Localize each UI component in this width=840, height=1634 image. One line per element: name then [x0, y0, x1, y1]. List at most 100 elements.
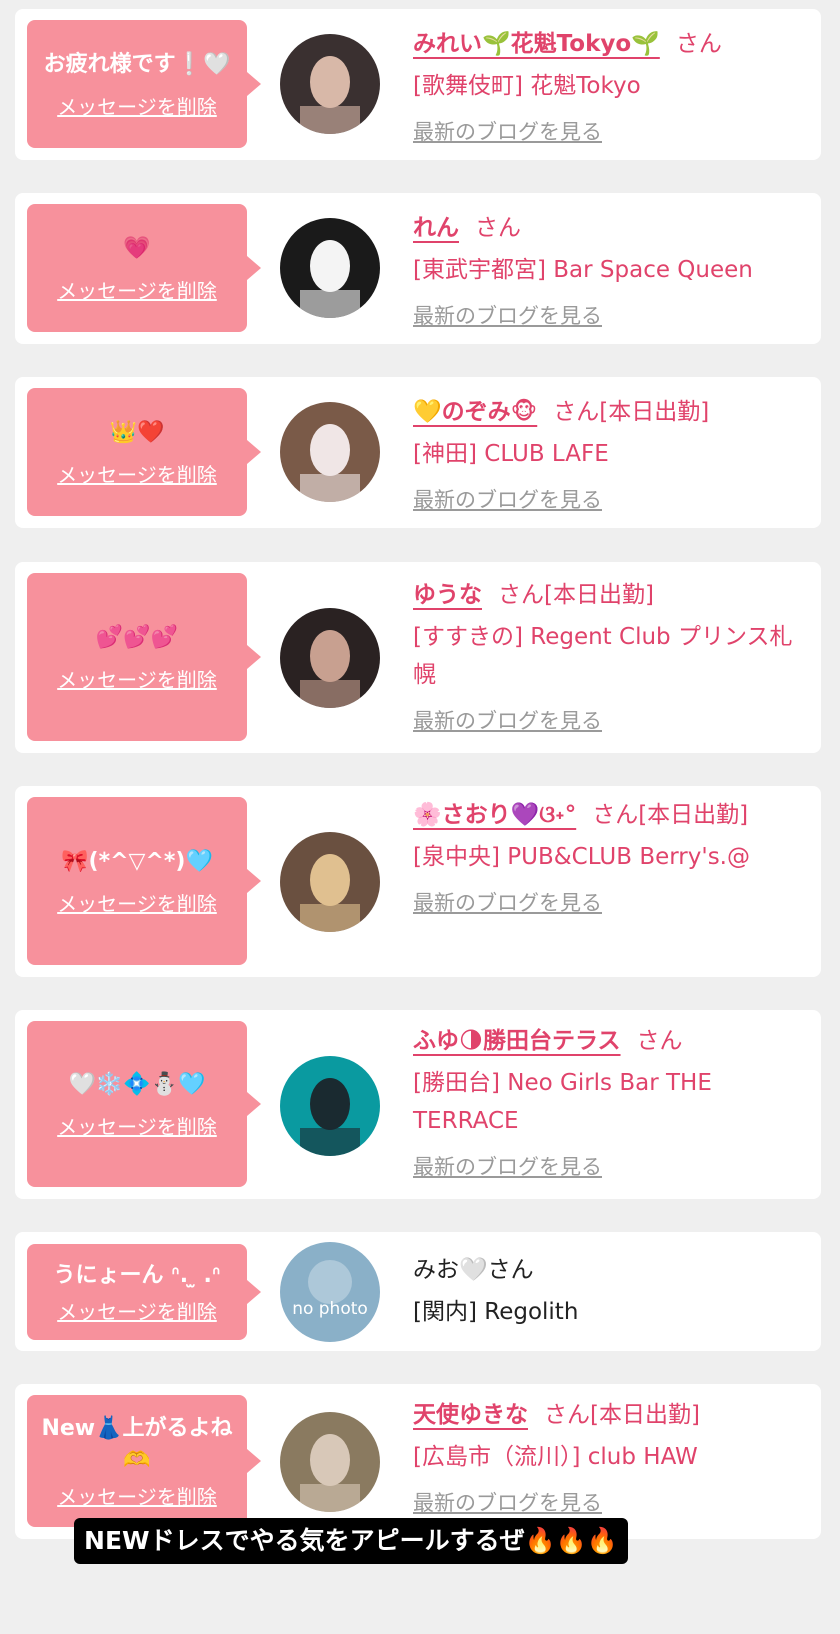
cast-name-link[interactable]: 天使ゆきな [413, 1402, 528, 1428]
no-photo-text: no photo [292, 1299, 368, 1319]
view-blog-link[interactable]: 最新のブログを見る [413, 117, 803, 147]
profile-info: ゆうな さん[本日出勤] [すすきの] Regent Club プリンス札幌 最新… [413, 576, 803, 736]
delete-message-link[interactable]: メッセージを削除 [57, 91, 217, 120]
avatar[interactable] [280, 1056, 380, 1156]
cast-name-link[interactable]: 💛のぞみ🐵 [413, 399, 537, 425]
message-bubble: New👗上がるよね🫶 メッセージを削除 [27, 1395, 261, 1527]
message-text: お疲れ様です❕🤍 [43, 51, 231, 77]
shop-name: [すすきの] Regent Club プリンス札幌 [413, 624, 793, 688]
shop-name: [広島市（流川）] club HAW [413, 1444, 698, 1470]
name-line: ゆうな さん[本日出勤] [413, 576, 803, 614]
profile-info: みれい🌱花魁Tokyo🌱 さん [歌舞伎町] 花魁Tokyo 最新のブログを見る [413, 25, 803, 147]
avatar-photo [280, 1412, 380, 1512]
no-photo-placeholder: no photo [280, 1242, 380, 1342]
shop-name: [神田] CLUB LAFE [413, 441, 609, 467]
status-label: [本日出勤] [638, 802, 749, 828]
message-bubble: 🤍❄️💠⛄🩵 メッセージを削除 [27, 1021, 261, 1187]
san-suffix: さん [544, 1402, 590, 1428]
cast-name-link[interactable]: ゆうな [413, 582, 482, 608]
status-label: [本日出勤] [599, 399, 710, 425]
san-suffix: さん [636, 1028, 683, 1054]
shop-name: [歌舞伎町] 花魁Tokyo [413, 73, 641, 99]
status-label: [本日出勤] [544, 582, 654, 608]
message-card: お疲れ様です❕🤍 メッセージを削除 みれい🌱花魁Tokyo🌱 さん [歌舞伎町] … [15, 9, 821, 160]
name-line: れん さん [413, 209, 803, 247]
message-bubble: お疲れ様です❕🤍 メッセージを削除 [27, 20, 261, 148]
delete-message-link[interactable]: メッセージを削除 [57, 664, 217, 693]
message-text: うにょーん ᐢ. ̫ .ᐢ [53, 1262, 221, 1288]
name-line: 天使ゆきな さん[本日出勤] [413, 1396, 803, 1434]
message-bubble: うにょーん ᐢ. ̫ .ᐢ メッセージを削除 [27, 1244, 261, 1340]
message-card: 💕💕💕 メッセージを削除 ゆうな さん[本日出勤] [すすきの] Regent C… [15, 562, 821, 753]
cast-name: みお🤍 [413, 1257, 488, 1283]
avatar[interactable] [280, 832, 380, 932]
message-bubble: 👑❤️ メッセージを削除 [27, 388, 261, 516]
shop-name: [東武宇都宮] Bar Space Queen [413, 257, 753, 283]
avatar[interactable] [280, 402, 380, 502]
shop-name: [関内] Regolith [413, 1299, 579, 1325]
message-text: 💕💕💕 [95, 624, 179, 650]
delete-message-link[interactable]: メッセージを削除 [57, 1296, 217, 1325]
message-bubble: 💕💕💕 メッセージを削除 [27, 573, 261, 741]
name-line: 🌸さおり💜ଓ˖° さん[本日出勤] [413, 796, 803, 834]
delete-message-link[interactable]: メッセージを削除 [57, 1111, 217, 1140]
san-suffix: さん [498, 582, 544, 608]
profile-info: 💛のぞみ🐵 さん[本日出勤] [神田] CLUB LAFE 最新のブログを見る [413, 393, 803, 515]
message-bubble: 🎀(*^▽^*)🩵 メッセージを削除 [27, 797, 261, 965]
profile-info: ふゆ🌗勝田台テラス さん [勝田台] Neo Girls Bar THE TERR… [413, 1022, 803, 1182]
name-line: みれい🌱花魁Tokyo🌱 さん [413, 25, 803, 63]
avatar: no photo [280, 1242, 380, 1342]
video-caption: NEWドレスでやる気をアピールするぜ🔥🔥🔥 [74, 1518, 628, 1564]
avatar[interactable] [280, 608, 380, 708]
delete-message-link[interactable]: メッセージを削除 [57, 1481, 217, 1510]
shop-name: [泉中央] PUB&CLUB Berry's.@ [413, 844, 750, 870]
san-suffix: さん [675, 31, 722, 57]
avatar-photo [280, 34, 380, 134]
message-text: 🤍❄️💠⛄🩵 [68, 1071, 206, 1097]
san-suffix: さん [475, 215, 521, 241]
message-card: 💗 メッセージを削除 れん さん [東武宇都宮] Bar Space Queen … [15, 193, 821, 344]
view-blog-link[interactable]: 最新のブログを見る [413, 1152, 803, 1182]
message-text: 🎀(*^▽^*)🩵 [61, 848, 213, 874]
profile-info: れん さん [東武宇都宮] Bar Space Queen 最新のブログを見る [413, 209, 803, 331]
avatar-photo [280, 608, 380, 708]
status-label: [本日出勤] [590, 1402, 700, 1428]
avatar[interactable] [280, 34, 380, 134]
message-text: 👑❤️ [109, 419, 165, 445]
avatar-photo [280, 218, 380, 318]
cast-name-link[interactable]: れん [413, 215, 459, 241]
avatar[interactable] [280, 218, 380, 318]
message-card: 👑❤️ メッセージを削除 💛のぞみ🐵 さん[本日出勤] [神田] CLUB LAF… [15, 377, 821, 528]
avatar-photo [280, 832, 380, 932]
san-suffix: さん [487, 1257, 534, 1283]
delete-message-link[interactable]: メッセージを削除 [57, 459, 217, 488]
san-suffix: さん [592, 802, 639, 828]
name-line: ふゆ🌗勝田台テラス さん [413, 1022, 803, 1060]
avatar[interactable] [280, 1412, 380, 1512]
message-card: 🎀(*^▽^*)🩵 メッセージを削除 🌸さおり💜ଓ˖° さん[本日出勤] [泉中央… [15, 786, 821, 977]
avatar-photo [280, 1056, 380, 1156]
view-blog-link[interactable]: 最新のブログを見る [413, 301, 803, 331]
cast-name-link[interactable]: 🌸さおり💜ଓ˖° [413, 802, 576, 828]
view-blog-link[interactable]: 最新のブログを見る [413, 485, 803, 515]
cast-name-link[interactable]: みれい🌱花魁Tokyo🌱 [413, 31, 660, 57]
name-line: 💛のぞみ🐵 さん[本日出勤] [413, 393, 803, 431]
shop-name: [勝田台] Neo Girls Bar THE TERRACE [413, 1070, 712, 1134]
profile-info: 天使ゆきな さん[本日出勤] [広島市（流川）] club HAW 最新のブログを… [413, 1396, 803, 1518]
message-text: 💗 [123, 235, 151, 261]
message-text: New👗上がるよね🫶 [41, 1415, 233, 1473]
view-blog-link[interactable]: 最新のブログを見る [413, 706, 803, 736]
delete-message-link[interactable]: メッセージを削除 [57, 888, 217, 917]
view-blog-link[interactable]: 最新のブログを見る [413, 1488, 803, 1518]
message-card: うにょーん ᐢ. ̫ .ᐢ メッセージを削除 no photo みお🤍さん [関… [15, 1232, 821, 1351]
avatar-photo [280, 402, 380, 502]
profile-info: 🌸さおり💜ଓ˖° さん[本日出勤] [泉中央] PUB&CLUB Berry's.… [413, 796, 803, 918]
delete-message-link[interactable]: メッセージを削除 [57, 275, 217, 304]
message-card: New👗上がるよね🫶 メッセージを削除 天使ゆきな さん[本日出勤] [広島市（流… [15, 1384, 821, 1539]
name-line: みお🤍さん [413, 1251, 803, 1289]
view-blog-link[interactable]: 最新のブログを見る [413, 888, 803, 918]
profile-info: みお🤍さん [関内] Regolith [413, 1251, 803, 1331]
cast-name-link[interactable]: ふゆ🌗勝田台テラス [413, 1028, 621, 1054]
san-suffix: さん [553, 399, 600, 425]
message-card: 🤍❄️💠⛄🩵 メッセージを削除 ふゆ🌗勝田台テラス さん [勝田台] Neo Gi… [15, 1010, 821, 1199]
